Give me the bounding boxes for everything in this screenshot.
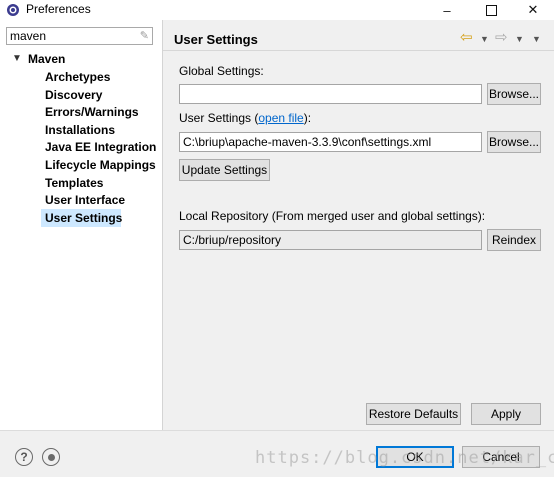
tree-item-java-ee-integration[interactable]: Java EE Integration bbox=[45, 140, 156, 154]
back-arrow-icon[interactable]: ⇦ bbox=[460, 28, 473, 46]
tree-item-user-interface[interactable]: User Interface bbox=[45, 193, 125, 207]
forward-arrow-icon[interactable]: ⇨ bbox=[495, 28, 508, 46]
open-file-link[interactable]: open file bbox=[258, 111, 303, 125]
preferences-app-icon bbox=[7, 4, 19, 16]
apply-button[interactable]: Apply bbox=[471, 403, 541, 425]
back-menu-chevron-icon[interactable]: ▼ bbox=[480, 34, 489, 44]
filter-field[interactable]: ✎ bbox=[6, 27, 153, 45]
forward-menu-chevron-icon[interactable]: ▼ bbox=[515, 34, 524, 44]
help-icon[interactable]: ? bbox=[15, 448, 33, 466]
minimize-button[interactable]: – bbox=[432, 0, 462, 20]
user-settings-label-suffix: ): bbox=[303, 111, 312, 125]
tree-item-maven[interactable]: Maven bbox=[28, 52, 65, 66]
user-settings-label-prefix: User Settings ( bbox=[179, 111, 259, 125]
cancel-button[interactable]: Cancel bbox=[462, 446, 540, 468]
global-settings-input[interactable] bbox=[179, 84, 482, 104]
tree-item-user-settings[interactable]: User Settings bbox=[45, 211, 122, 225]
maximize-button[interactable] bbox=[476, 0, 506, 20]
maximize-icon bbox=[485, 4, 497, 16]
settings-page bbox=[163, 20, 554, 430]
tree-item-errors-warnings[interactable]: Errors/Warnings bbox=[45, 105, 139, 119]
close-icon: ✕ bbox=[527, 2, 539, 17]
global-settings-label: Global Settings: bbox=[179, 64, 264, 78]
restore-defaults-button[interactable]: Restore Defaults bbox=[366, 403, 461, 425]
user-browse-button[interactable]: Browse... bbox=[487, 131, 541, 153]
import-export-icon[interactable] bbox=[42, 448, 60, 466]
collapse-icon[interactable]: ▼ bbox=[12, 53, 22, 64]
user-settings-label: User Settings (open file): bbox=[179, 111, 311, 125]
local-repository-label: Local Repository (From merged user and g… bbox=[179, 209, 486, 223]
user-settings-input[interactable]: C:\briup\apache-maven-3.3.9\conf\setting… bbox=[179, 132, 482, 152]
local-repository-field: C:/briup/repository bbox=[179, 230, 482, 250]
reindex-button[interactable]: Reindex bbox=[487, 229, 541, 251]
update-settings-button[interactable]: Update Settings bbox=[179, 159, 270, 181]
close-button[interactable]: ✕ bbox=[518, 0, 548, 20]
window-title: Preferences bbox=[26, 2, 91, 16]
header-divider bbox=[163, 50, 554, 51]
ok-button[interactable]: OK bbox=[376, 446, 454, 468]
view-menu-icon[interactable]: ▼ bbox=[532, 34, 541, 44]
tree-item-archetypes[interactable]: Archetypes bbox=[45, 70, 110, 84]
tree-item-discovery[interactable]: Discovery bbox=[45, 88, 102, 102]
global-browse-button[interactable]: Browse... bbox=[487, 83, 541, 105]
page-title: User Settings bbox=[174, 32, 258, 47]
minimize-icon: – bbox=[443, 2, 451, 18]
clear-filter-icon[interactable]: ✎ bbox=[140, 29, 149, 42]
tree-item-templates[interactable]: Templates bbox=[45, 176, 103, 190]
tree-item-installations[interactable]: Installations bbox=[45, 123, 115, 137]
tree-item-lifecycle-mappings[interactable]: Lifecycle Mappings bbox=[45, 158, 156, 172]
filter-input[interactable] bbox=[7, 28, 133, 44]
